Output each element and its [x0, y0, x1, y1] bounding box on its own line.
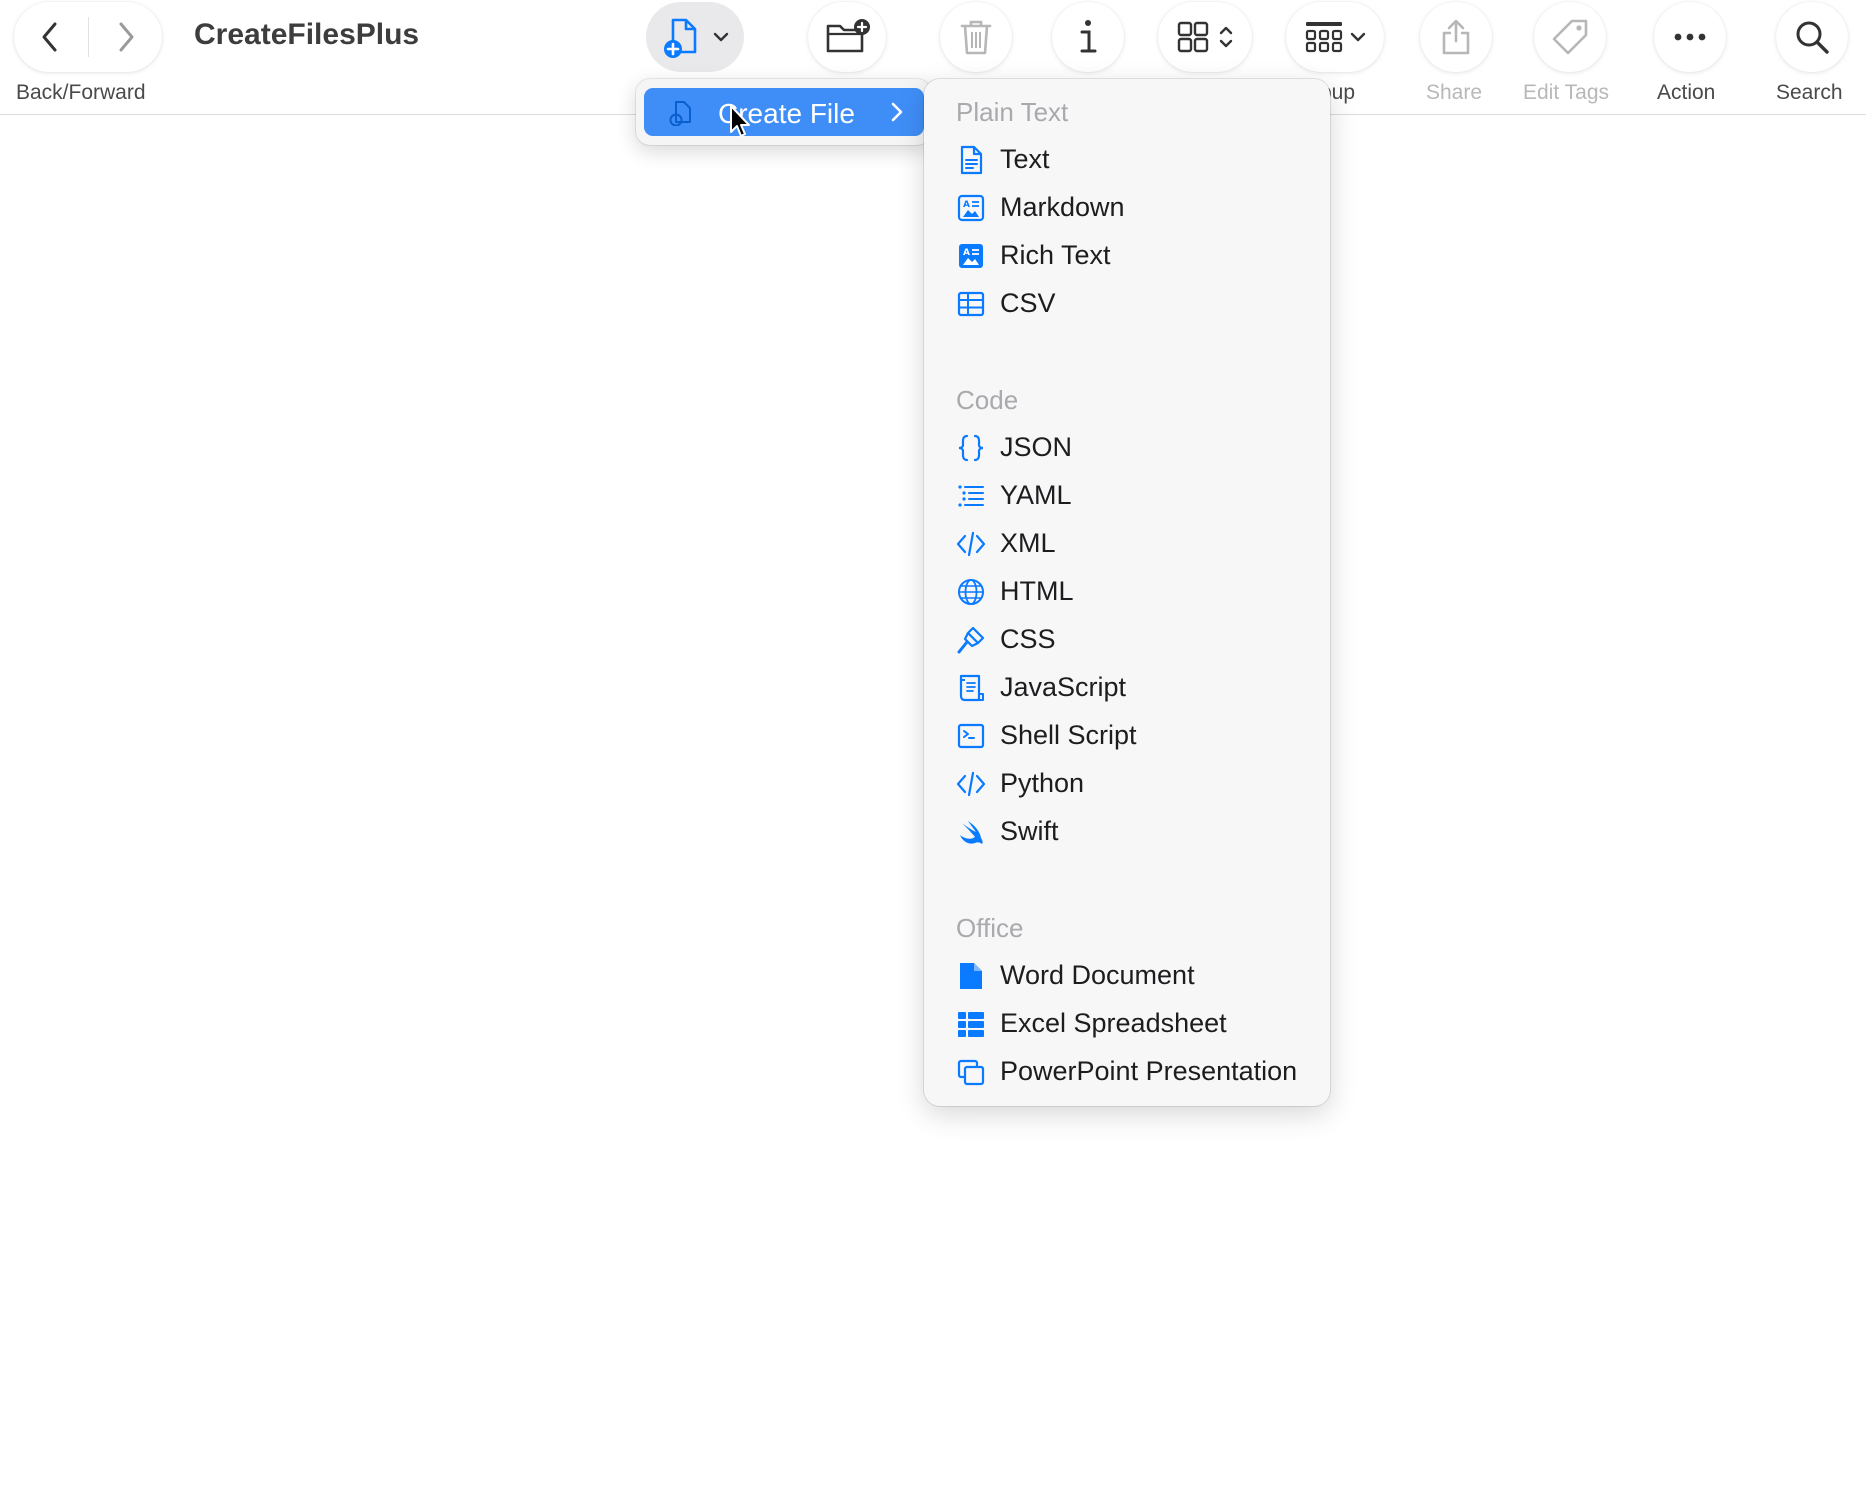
- menu-item-label: Text: [1000, 144, 1050, 174]
- create-file-button[interactable]: [646, 2, 744, 72]
- back-button[interactable]: [40, 21, 60, 53]
- action-button[interactable]: [1654, 2, 1726, 72]
- menu-item-excel-spreadsheet[interactable]: Excel Spreadsheet: [934, 1001, 1320, 1047]
- info-icon: [1080, 20, 1097, 53]
- back-forward-control: [14, 2, 162, 72]
- group-grid-icon: [1305, 22, 1343, 53]
- doc-plus-icon: [669, 101, 691, 126]
- section-header-plain-text: Plain Text: [956, 97, 1069, 127]
- menu-item-shell-script[interactable]: Shell Script: [934, 713, 1320, 759]
- folder-plus-icon: [826, 19, 870, 53]
- menu-item-yaml[interactable]: YAML: [934, 473, 1320, 519]
- share-label: Share: [1426, 81, 1483, 104]
- edit-tags-label: Edit Tags: [1523, 81, 1609, 104]
- section-header-code: Code: [956, 385, 1019, 415]
- mouse-cursor: [730, 105, 750, 137]
- chevron-right-icon: [119, 22, 134, 52]
- get-info-button[interactable]: [1052, 2, 1124, 72]
- menu-item-label: CSV: [1000, 288, 1056, 318]
- menu-item-swift[interactable]: Swift: [934, 809, 1320, 855]
- menu-item-label: JavaScript: [1000, 672, 1127, 702]
- scroll-icon: [959, 674, 984, 702]
- menu-item-label: JSON: [1000, 432, 1073, 462]
- list-indent-icon: [958, 485, 984, 507]
- menu-item-powerpoint-presentation[interactable]: PowerPoint Presentation: [934, 1049, 1320, 1095]
- menu-item-xml[interactable]: XML: [934, 521, 1320, 567]
- svg-text:A: A: [963, 248, 970, 258]
- trash-icon: [960, 20, 992, 55]
- menu-item-json[interactable]: JSON: [934, 425, 1320, 471]
- table-icon: [957, 291, 985, 317]
- doc-fill-icon: [960, 963, 982, 989]
- chevron-up-down-icon: [1219, 26, 1233, 48]
- menu-item-label: Python: [1000, 768, 1085, 798]
- doc-text-icon: [960, 145, 983, 175]
- edit-tags-button[interactable]: [1534, 2, 1606, 72]
- menu-item-python[interactable]: Python: [934, 761, 1320, 807]
- menu-item-text[interactable]: Text: [934, 137, 1320, 183]
- code-brackets-icon: [956, 771, 986, 797]
- chevron-right-icon: [891, 102, 903, 122]
- menu-item-html[interactable]: HTML: [934, 569, 1320, 615]
- menu-item-label: YAML: [1000, 480, 1072, 510]
- search-icon: [1796, 21, 1829, 54]
- window-title: CreateFilesPlus: [194, 18, 420, 51]
- menu-item-markdown[interactable]: A Markdown: [934, 185, 1320, 231]
- action-label: Action: [1657, 81, 1716, 104]
- svg-text:A: A: [963, 200, 970, 210]
- create-menu: Create File: [636, 79, 931, 145]
- section-header-office: Office: [956, 913, 1024, 943]
- slides-icon: [957, 1059, 985, 1086]
- globe-icon: [958, 579, 984, 605]
- create-file-menu-item[interactable]: Create File: [644, 88, 924, 136]
- view-mode-button[interactable]: [1158, 2, 1252, 72]
- group-button[interactable]: [1286, 2, 1384, 72]
- rich-text-icon: A: [959, 244, 983, 268]
- share-button[interactable]: [1420, 2, 1492, 72]
- tag-icon: [1552, 19, 1588, 55]
- menu-item-word-document[interactable]: Word Document: [934, 953, 1320, 999]
- search-label: Search: [1776, 81, 1843, 104]
- forward-button[interactable]: [116, 21, 136, 53]
- menu-item-label: Excel Spreadsheet: [1000, 1008, 1227, 1038]
- menu-item-label: Swift: [1000, 816, 1059, 846]
- search-button[interactable]: [1776, 2, 1848, 72]
- menu-item-label: Markdown: [1000, 192, 1125, 222]
- chevron-down-icon: [1350, 32, 1366, 42]
- menu-item-label: HTML: [1000, 576, 1074, 606]
- menu-item-label: XML: [1000, 528, 1056, 558]
- chevron-down-icon: [713, 32, 729, 42]
- new-folder-button[interactable]: [808, 2, 886, 72]
- code-brackets-icon: [956, 531, 986, 557]
- menu-item-css[interactable]: CSS: [934, 617, 1320, 663]
- curly-braces-icon: [958, 434, 984, 462]
- ellipsis-icon: [1674, 33, 1706, 41]
- menu-item-rich-text[interactable]: A Rich Text: [934, 233, 1320, 279]
- terminal-icon: [957, 723, 985, 749]
- menu-item-label: PowerPoint Presentation: [1000, 1056, 1298, 1086]
- chevron-left-icon: [42, 22, 57, 52]
- grid-fill-icon: [958, 1012, 984, 1037]
- menu-item-label: Rich Text: [1000, 240, 1111, 270]
- markdown-icon: A: [957, 194, 985, 222]
- doc-plus-icon: [664, 18, 697, 58]
- share-icon: [1442, 19, 1470, 55]
- paintbrush-icon: [957, 626, 985, 654]
- back-forward-label: Back/Forward: [16, 81, 146, 104]
- menu-item-javascript[interactable]: JavaScript: [934, 665, 1320, 711]
- create-file-submenu: Plain Text Text A Markdown A Rich Text C…: [924, 79, 1330, 1106]
- menu-item-label: Word Document: [1000, 960, 1195, 990]
- menu-item-csv[interactable]: CSV: [934, 281, 1320, 327]
- menu-item-label: CSS: [1000, 624, 1056, 654]
- swift-icon: [960, 821, 983, 844]
- grid-icon: [1177, 21, 1209, 53]
- menu-item-label: Shell Script: [1000, 720, 1137, 750]
- delete-button[interactable]: [940, 2, 1012, 72]
- nav-divider: [87, 17, 89, 57]
